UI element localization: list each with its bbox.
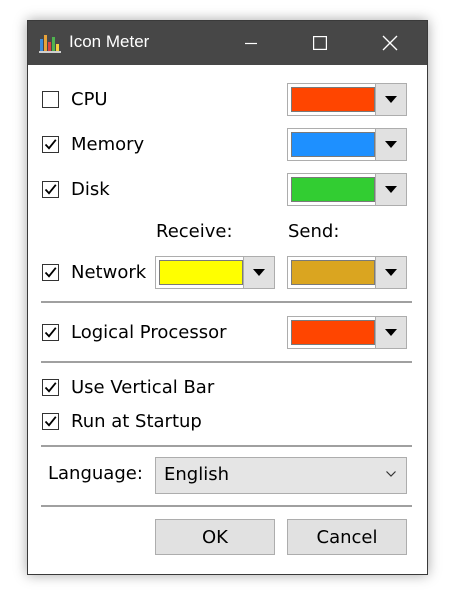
minimize-icon <box>245 42 257 45</box>
checkmark-icon <box>44 416 57 427</box>
chevron-down-icon <box>386 471 396 477</box>
maximize-button[interactable] <box>296 21 344 65</box>
network-send-label: Send: <box>288 221 340 242</box>
separator-1 <box>41 301 412 303</box>
network-send-color-swatch <box>291 260 375 285</box>
dropdown-arrow-icon <box>385 186 397 193</box>
memory-label: Memory <box>71 134 145 155</box>
checkmark-icon <box>44 382 57 393</box>
logical-processor-color-swatch <box>291 320 375 345</box>
memory-checkbox[interactable] <box>42 136 59 153</box>
close-button[interactable] <box>366 21 414 65</box>
language-select[interactable]: English <box>155 457 407 494</box>
network-receive-label: Receive: <box>156 221 233 242</box>
memory-color-dropdown-button[interactable] <box>375 129 406 160</box>
disk-label: Disk <box>71 179 110 200</box>
cpu-checkbox-row[interactable]: CPU <box>42 89 108 110</box>
icon-meter-window: Icon Meter CPU Memory Disk Receive: Send… <box>27 20 428 575</box>
network-checkbox[interactable] <box>42 264 59 281</box>
ok-button[interactable]: OK <box>155 519 275 555</box>
language-selected-value: English <box>164 464 229 485</box>
disk-color-picker[interactable] <box>287 173 407 206</box>
vertical-bar-checkbox[interactable] <box>42 379 59 396</box>
cpu-color-swatch <box>291 87 375 112</box>
cpu-label: CPU <box>71 89 108 110</box>
logical-processor-color-picker[interactable] <box>287 316 407 349</box>
network-label: Network <box>71 262 147 283</box>
checkmark-icon <box>44 267 57 278</box>
vertical-bar-checkbox-row[interactable]: Use Vertical Bar <box>42 377 214 398</box>
language-label: Language: <box>48 463 143 484</box>
checkmark-icon <box>44 139 57 150</box>
checkmark-icon <box>44 184 57 195</box>
memory-color-swatch <box>291 132 375 157</box>
vertical-bar-label: Use Vertical Bar <box>71 377 215 398</box>
dropdown-arrow-icon <box>385 269 397 276</box>
network-send-dropdown-button[interactable] <box>375 257 406 288</box>
network-receive-color-swatch <box>159 260 243 285</box>
maximize-icon <box>313 36 327 50</box>
disk-color-swatch <box>291 177 375 202</box>
disk-checkbox-row[interactable]: Disk <box>42 179 110 200</box>
network-receive-color-picker[interactable] <box>155 256 275 289</box>
dropdown-arrow-icon <box>385 141 397 148</box>
cpu-checkbox[interactable] <box>42 91 59 108</box>
cpu-color-picker[interactable] <box>287 83 407 116</box>
cancel-button[interactable]: Cancel <box>287 519 407 555</box>
disk-color-dropdown-button[interactable] <box>375 174 406 205</box>
network-checkbox-row[interactable]: Network <box>42 262 146 283</box>
separator-4 <box>41 505 412 507</box>
separator-2 <box>41 361 412 363</box>
startup-checkbox-row[interactable]: Run at Startup <box>42 411 202 432</box>
logical-processor-checkbox[interactable] <box>42 324 59 341</box>
separator-3 <box>41 445 412 447</box>
memory-color-picker[interactable] <box>287 128 407 161</box>
title-bar[interactable]: Icon Meter <box>28 21 427 65</box>
close-icon <box>382 35 398 51</box>
dropdown-arrow-icon <box>385 96 397 103</box>
dropdown-arrow-icon <box>385 329 397 336</box>
disk-checkbox[interactable] <box>42 181 59 198</box>
bar-chart-app-icon <box>39 35 61 53</box>
network-send-color-picker[interactable] <box>287 256 407 289</box>
window-title: Icon Meter <box>69 32 150 51</box>
logical-processor-checkbox-row[interactable]: Logical Processor <box>42 322 227 343</box>
startup-checkbox[interactable] <box>42 413 59 430</box>
dropdown-arrow-icon <box>253 269 265 276</box>
logical-processor-label: Logical Processor <box>71 322 227 343</box>
cpu-color-dropdown-button[interactable] <box>375 84 406 115</box>
network-receive-dropdown-button[interactable] <box>243 257 274 288</box>
memory-checkbox-row[interactable]: Memory <box>42 134 144 155</box>
logical-processor-dropdown-button[interactable] <box>375 317 406 348</box>
minimize-button[interactable] <box>227 21 275 65</box>
checkmark-icon <box>44 327 57 338</box>
startup-label: Run at Startup <box>71 411 202 432</box>
